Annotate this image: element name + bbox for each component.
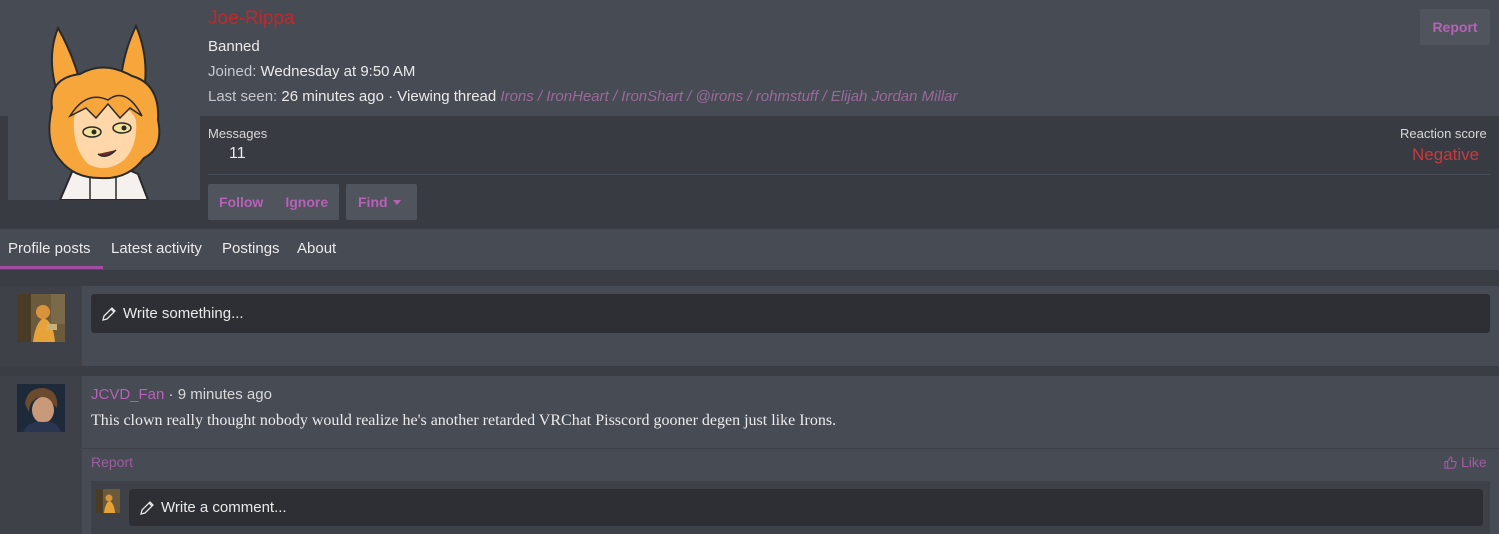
post-meta: JCVD_Fan · 9 minutes ago — [91, 386, 272, 403]
post-body: This clown really thought nobody would r… — [91, 412, 837, 429]
profile-post: JCVD_Fan · 9 minutes ago This clown real… — [0, 376, 1499, 534]
stats-divider — [208, 174, 1490, 175]
joined-label: Joined: — [208, 63, 257, 80]
find-label: Find — [358, 194, 388, 210]
follow-button[interactable]: Follow — [208, 194, 274, 210]
pencil-icon — [101, 306, 117, 322]
profile-header: Joe-Rippa Banned Joined: Wednesday at 9:… — [0, 0, 1499, 228]
find-button[interactable]: Find — [346, 184, 417, 220]
last-seen-label: Last seen: — [208, 88, 278, 105]
like-label: Like — [1461, 454, 1487, 470]
pencil-icon — [139, 500, 155, 516]
comment-area: Write a comment... — [91, 481, 1490, 534]
messages-label: Messages — [208, 126, 268, 141]
like-button[interactable]: Like — [1443, 454, 1487, 470]
post-author-avatar-image — [17, 384, 65, 432]
follow-ignore-group: Follow Ignore — [208, 184, 340, 220]
active-tab-indicator — [0, 266, 103, 269]
reaction-score-label: Reaction score — [1400, 126, 1487, 141]
tab-postings[interactable]: Postings — [222, 240, 280, 257]
reaction-score-value[interactable]: Negative — [1412, 145, 1479, 165]
write-something-placeholder: Write something... — [123, 305, 244, 322]
write-something-input[interactable]: Write something... — [91, 294, 1490, 333]
write-comment-input[interactable]: Write a comment... — [129, 489, 1483, 526]
viewing-thread-link[interactable]: Irons / IronHeart / IronShart / @irons /… — [500, 88, 957, 105]
bunny-avatar-image — [8, 8, 200, 200]
post-avatar-column — [0, 376, 82, 534]
report-button[interactable]: Report — [1420, 9, 1490, 45]
comment-user-avatar[interactable] — [96, 489, 120, 513]
current-user-avatar[interactable] — [17, 294, 65, 342]
profile-tabs: Profile posts Latest activity Postings A… — [0, 229, 1499, 270]
banned-status: Banned — [208, 38, 260, 55]
joined-value: Wednesday at 9:50 AM — [260, 63, 416, 80]
joined-info: Joined: Wednesday at 9:50 AM — [208, 63, 415, 80]
post-author-avatar[interactable] — [17, 384, 65, 432]
composer-avatar-column — [0, 286, 82, 366]
thumbs-up-icon — [1443, 455, 1458, 470]
post-divider — [82, 448, 1499, 449]
tab-about[interactable]: About — [297, 240, 336, 257]
caret-down-icon — [392, 199, 401, 205]
post-time[interactable]: · 9 minutes ago — [164, 386, 272, 403]
write-comment-placeholder: Write a comment... — [161, 499, 287, 516]
current-user-avatar-image — [17, 294, 65, 342]
messages-count[interactable]: 11 — [229, 145, 246, 163]
profile-post-composer: Write something... — [0, 286, 1499, 366]
profile-username[interactable]: Joe-Rippa — [208, 8, 295, 30]
post-report-link[interactable]: Report — [91, 454, 133, 470]
last-seen-value: 26 minutes ago · Viewing thread — [281, 88, 497, 105]
last-seen-info: Last seen: 26 minutes ago · Viewing thre… — [208, 88, 957, 105]
post-author-link[interactable]: JCVD_Fan — [91, 386, 164, 403]
comment-user-avatar-image — [96, 489, 120, 513]
ignore-button[interactable]: Ignore — [274, 194, 339, 210]
profile-avatar[interactable] — [8, 8, 200, 200]
tab-latest-activity[interactable]: Latest activity — [111, 240, 202, 257]
tab-profile-posts[interactable]: Profile posts — [8, 240, 91, 257]
